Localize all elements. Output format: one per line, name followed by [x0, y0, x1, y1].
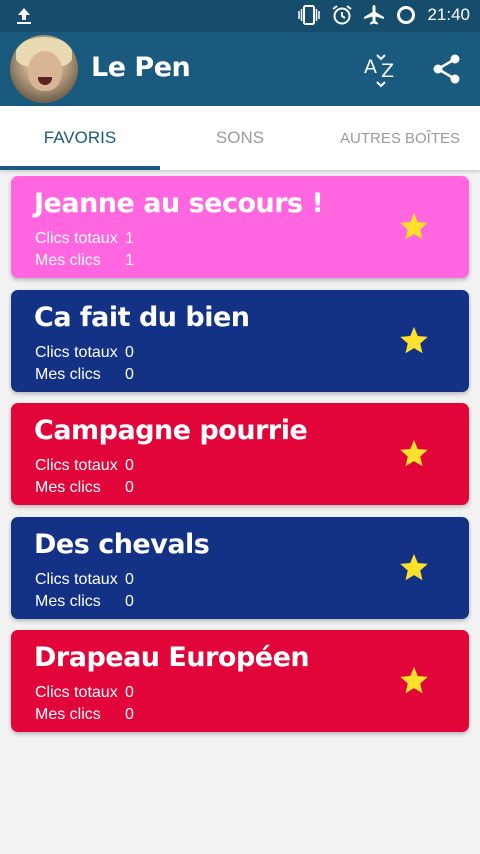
svg-text:A: A	[364, 56, 377, 78]
my-clicks-label: Mes clics	[35, 366, 101, 383]
my-clicks-row: Mes clics 0	[35, 706, 134, 724]
avatar[interactable]	[10, 35, 78, 103]
total-clicks-value: 0	[125, 344, 134, 361]
total-clicks-label: Clics totaux	[35, 684, 118, 701]
my-clicks-value: 0	[125, 479, 134, 496]
tab-autres-boites[interactable]: AUTRES BOÎTES	[320, 106, 480, 170]
app-title: Le Pen	[91, 52, 191, 83]
sort-az-icon[interactable]: A Z	[362, 52, 402, 88]
star-icon[interactable]	[399, 211, 429, 241]
sound-title: Drapeau Européen	[34, 642, 310, 673]
total-clicks-label: Clics totaux	[35, 571, 118, 588]
my-clicks-row: Mes clics 1	[35, 252, 134, 270]
my-clicks-label: Mes clics	[35, 706, 101, 723]
total-clicks-value: 0	[125, 457, 134, 474]
alarm-icon	[332, 5, 353, 25]
status-bar: 21:40	[0, 0, 480, 32]
star-icon[interactable]	[399, 665, 429, 695]
my-clicks-value: 0	[125, 593, 134, 610]
sound-card[interactable]: Jeanne au secours ! Clics totaux 1 Mes cl…	[11, 176, 469, 278]
my-clicks-label: Mes clics	[35, 479, 101, 496]
total-clicks-row: Clics totaux 0	[35, 571, 134, 589]
sound-title: Ca fait du bien	[34, 302, 250, 333]
star-icon[interactable]	[399, 552, 429, 582]
my-clicks-label: Mes clics	[35, 252, 101, 269]
star-icon[interactable]	[399, 325, 429, 355]
airplane-icon	[364, 5, 385, 25]
tab-bar: FAVORIS SONS AUTRES BOÎTES	[0, 106, 480, 170]
vibrate-icon	[298, 5, 321, 25]
total-clicks-label: Clics totaux	[35, 230, 118, 247]
sound-card[interactable]: Campagne pourrie Clics totaux 0 Mes clics…	[11, 403, 469, 505]
my-clicks-row: Mes clics 0	[35, 366, 134, 384]
total-clicks-row: Clics totaux 0	[35, 457, 134, 475]
total-clicks-label: Clics totaux	[35, 457, 118, 474]
status-time: 21:40	[427, 5, 470, 24]
tab-favoris[interactable]: FAVORIS	[0, 106, 160, 170]
my-clicks-value: 0	[125, 706, 134, 723]
total-clicks-row: Clics totaux 0	[35, 684, 134, 702]
svg-text:Z: Z	[381, 60, 394, 82]
tab-indicator	[0, 166, 160, 170]
sound-card[interactable]: Ca fait du bien Clics totaux 0 Mes clics 0	[11, 290, 469, 392]
upload-icon	[17, 8, 31, 24]
total-clicks-row: Clics totaux 0	[35, 344, 134, 362]
total-clicks-row: Clics totaux 1	[35, 230, 134, 248]
sound-title: Campagne pourrie	[34, 415, 308, 446]
sound-card[interactable]: Des chevals Clics totaux 0 Mes clics 0	[11, 517, 469, 619]
sync-icon	[397, 6, 416, 24]
sound-title: Des chevals	[34, 529, 210, 560]
my-clicks-value: 0	[125, 366, 134, 383]
star-icon[interactable]	[399, 438, 429, 468]
share-icon[interactable]	[430, 52, 464, 86]
total-clicks-value: 0	[125, 571, 134, 588]
my-clicks-value: 1	[125, 252, 134, 269]
sound-card[interactable]: Drapeau Européen Clics totaux 0 Mes clics…	[11, 630, 469, 732]
my-clicks-label: Mes clics	[35, 593, 101, 610]
total-clicks-value: 0	[125, 684, 134, 701]
my-clicks-row: Mes clics 0	[35, 593, 134, 611]
total-clicks-value: 1	[125, 230, 134, 247]
my-clicks-row: Mes clics 0	[35, 479, 134, 497]
sound-title: Jeanne au secours !	[34, 188, 324, 219]
total-clicks-label: Clics totaux	[35, 344, 118, 361]
app-bar: Le Pen A Z	[0, 32, 480, 106]
tab-sons[interactable]: SONS	[160, 106, 320, 170]
